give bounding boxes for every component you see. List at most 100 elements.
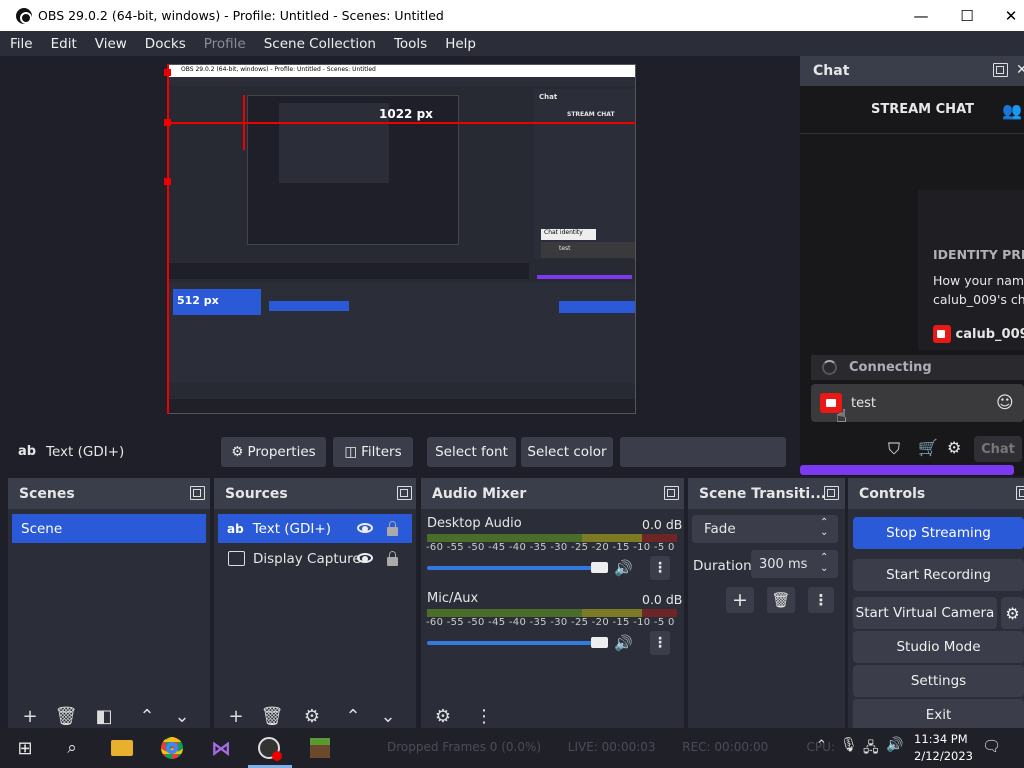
properties-button[interactable]: ⚙ Properties xyxy=(221,437,326,467)
users-icon[interactable]: 👥 xyxy=(1002,101,1022,120)
move-scene-down-icon[interactable]: ⌄ xyxy=(171,705,193,727)
resize-handle-top-left[interactable] xyxy=(164,69,171,76)
spin-arrows-icon[interactable]: ⌃ ⌄ xyxy=(820,552,828,574)
close-button[interactable]: ✕ xyxy=(988,0,1024,31)
exit-button[interactable]: Exit xyxy=(853,699,1024,731)
menu-profile[interactable]: Profile xyxy=(204,36,246,52)
chrome-icon[interactable] xyxy=(158,734,186,762)
shield-icon[interactable]: ⛉ xyxy=(888,439,900,459)
file-explorer-icon[interactable] xyxy=(108,734,136,762)
start-recording-button[interactable]: Start Recording xyxy=(853,559,1024,591)
text-input-field[interactable] xyxy=(620,437,786,467)
move-source-down-icon[interactable]: ⌄ xyxy=(377,705,399,727)
preview-canvas[interactable]: OBS 29.0.2 (64-bit, windows) - Profile: … xyxy=(168,64,636,414)
scene-item[interactable]: Scene xyxy=(12,514,206,543)
audio-menu-icon[interactable]: ⋮ xyxy=(473,705,495,727)
volume-slider-mic[interactable] xyxy=(427,641,599,645)
audio-undock-icon[interactable] xyxy=(664,486,679,500)
chat-dock-header: Chat xyxy=(800,56,1024,86)
chat-undock-icon[interactable] xyxy=(993,63,1008,77)
source-properties-icon[interactable]: ⚙ xyxy=(301,705,323,727)
channel-name-desktop: Desktop Audio xyxy=(427,516,522,531)
notifications-icon[interactable]: 🗨 xyxy=(982,737,1001,755)
spinner-icon xyxy=(822,360,837,375)
speaker-icon[interactable]: 🔊 xyxy=(614,559,633,577)
clock-time[interactable]: 11:34 PM xyxy=(914,732,968,746)
chat-close-icon[interactable]: ✕ xyxy=(1016,62,1024,78)
volume-knob-desktop[interactable] xyxy=(591,562,608,573)
scene-filters-icon[interactable]: ◧ xyxy=(93,705,115,727)
volume-slider-desktop[interactable] xyxy=(427,566,599,570)
source-item-display-capture[interactable]: Display Capture xyxy=(218,544,412,573)
remove-scene-icon[interactable]: 🗑 xyxy=(55,705,78,727)
transition-select[interactable]: Fade xyxy=(692,515,838,543)
filters-button[interactable]: ◫ Filters xyxy=(333,437,413,467)
minimize-button[interactable]: — xyxy=(898,0,944,31)
add-transition-icon[interactable]: + xyxy=(726,587,754,613)
volume-knob-mic[interactable] xyxy=(591,637,608,648)
connecting-status: Connecting xyxy=(811,355,1024,380)
studio-mode-button[interactable]: Studio Mode xyxy=(853,631,1024,663)
menu-docks[interactable]: Docks xyxy=(145,36,186,52)
chat-dock-title: Chat xyxy=(813,63,850,79)
menu-file[interactable]: File xyxy=(10,36,33,52)
emoji-icon[interactable]: ☺ xyxy=(996,393,1014,413)
visibility-eye-icon[interactable] xyxy=(357,523,373,533)
maximize-button[interactable]: ☐ xyxy=(944,0,990,31)
sources-undock-icon[interactable] xyxy=(397,486,412,500)
search-icon[interactable]: ⌕ xyxy=(58,734,86,762)
menu-tools[interactable]: Tools xyxy=(394,36,427,52)
selection-line-horizontal xyxy=(168,122,636,124)
stream-chat-header: STREAM CHAT xyxy=(800,86,1024,134)
resize-handle-left[interactable] xyxy=(164,119,171,126)
nested-purple-bar xyxy=(537,275,632,279)
cart-icon[interactable]: 🛒 xyxy=(918,438,938,457)
menu-help[interactable]: Help xyxy=(445,36,476,52)
desktop-audio-menu-icon[interactable]: ⋮ xyxy=(650,556,670,580)
visual-studio-icon[interactable]: ⋈ xyxy=(207,734,235,762)
menu-view[interactable]: View xyxy=(95,36,127,52)
chat-send-button[interactable]: Chat xyxy=(974,436,1022,462)
windows-start-icon[interactable]: ⊞ xyxy=(12,734,38,762)
add-source-icon[interactable]: + xyxy=(225,705,247,727)
remove-source-icon[interactable]: 🗑 xyxy=(261,705,284,727)
visibility-eye-icon[interactable] xyxy=(357,553,373,563)
transitions-title: Scene Transiti... xyxy=(699,485,827,502)
mic-audio-menu-icon[interactable]: ⋮ xyxy=(650,631,670,655)
lock-icon[interactable] xyxy=(387,551,398,566)
lock-icon[interactable] xyxy=(387,521,398,536)
remove-transition-icon[interactable]: 🗑 xyxy=(767,587,795,613)
start-virtual-camera-button[interactable]: Start Virtual Camera xyxy=(853,597,997,629)
nested-chat-title: Chat xyxy=(539,93,558,101)
transitions-undock-icon[interactable] xyxy=(824,486,839,500)
stop-streaming-button[interactable]: Stop Streaming xyxy=(853,517,1024,549)
select-font-button[interactable]: Select font xyxy=(427,437,516,467)
menu-scene-collection[interactable]: Scene Collection xyxy=(264,36,376,52)
move-source-up-icon[interactable]: ⌃ xyxy=(342,705,364,727)
virtual-camera-settings-icon[interactable]: ⚙ xyxy=(1001,597,1024,629)
channel-db-desktop: 0.0 dB xyxy=(642,517,683,532)
obs-taskbar-icon[interactable] xyxy=(254,734,284,762)
select-color-button[interactable]: Select color xyxy=(521,437,613,467)
duration-label: Duration xyxy=(693,558,752,574)
resize-handle-bottom-left[interactable] xyxy=(164,178,171,185)
menu-edit[interactable]: Edit xyxy=(51,36,77,52)
clock-date[interactable]: 2/12/2023 xyxy=(914,749,973,763)
transition-menu-icon[interactable]: ⋮ xyxy=(808,587,834,613)
controls-undock-icon[interactable] xyxy=(1016,486,1024,500)
speaker-icon[interactable]: 🔊 xyxy=(614,634,633,652)
audio-settings-icon[interactable]: ⚙ xyxy=(432,705,454,727)
minecraft-icon[interactable] xyxy=(306,734,334,762)
network-icon[interactable]: 🖧 xyxy=(863,737,879,761)
settings-button[interactable]: Settings xyxy=(853,665,1024,697)
add-scene-icon[interactable]: + xyxy=(19,705,41,727)
volume-tray-icon[interactable]: 🔊 xyxy=(886,737,903,753)
gear-icon[interactable]: ⚙ xyxy=(947,438,961,457)
source-item-text[interactable]: ab Text (GDI+) xyxy=(218,514,412,543)
tray-chevron-icon[interactable]: ⌃ xyxy=(816,738,827,753)
twitch-accent-bar xyxy=(800,465,1014,475)
move-scene-up-icon[interactable]: ⌃ xyxy=(136,705,158,727)
microphone-icon[interactable]: 🎙 xyxy=(840,737,858,753)
nested-tooltip: Chat identity xyxy=(541,229,596,240)
scenes-undock-icon[interactable] xyxy=(190,486,205,500)
